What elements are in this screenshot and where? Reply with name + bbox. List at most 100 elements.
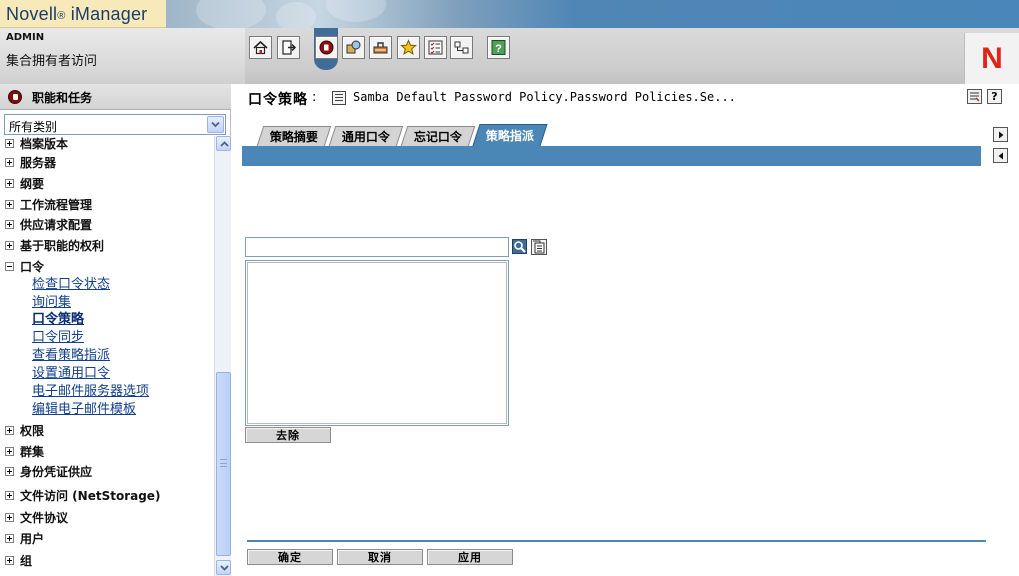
expand-icon[interactable] <box>5 555 14 565</box>
expand-icon[interactable] <box>5 178 14 188</box>
tree-category-label: 权限 <box>20 423 45 438</box>
brand-registered: ® <box>57 10 66 22</box>
task-tree: 档案版本 服务器 纲要 工作流程管理 供应请求配置 基于职能的权利 口令 检查口… <box>0 136 214 576</box>
tree-category[interactable]: 文件协议 <box>5 508 68 526</box>
expand-icon[interactable] <box>5 512 14 522</box>
tab-policy-summary[interactable]: 策略摘要 <box>256 126 332 146</box>
expand-icon[interactable] <box>5 199 14 209</box>
task-link[interactable]: 电子邮件服务器选项 <box>32 380 149 399</box>
svg-text:?: ? <box>495 43 502 55</box>
cancel-button[interactable]: 取消 <box>337 549 423 565</box>
tree-category[interactable]: 基于职能的权利 <box>5 236 104 254</box>
expand-icon[interactable] <box>5 425 14 435</box>
category-select[interactable]: 所有类别 <box>4 114 226 135</box>
tree-category[interactable]: 权限 <box>5 421 44 439</box>
favorites-button[interactable] <box>397 36 420 59</box>
task-link[interactable]: 查看策略指派 <box>32 344 110 363</box>
collapse-icon[interactable] <box>5 261 14 271</box>
task-link[interactable]: 询问集 <box>32 291 71 310</box>
tree-category[interactable]: 组 <box>5 551 32 569</box>
chevron-down-icon[interactable] <box>207 116 224 133</box>
tree-category[interactable]: 纲要 <box>5 174 44 192</box>
assigned-objects-list[interactable] <box>245 260 509 426</box>
task-link[interactable]: 编辑电子邮件模板 <box>32 398 136 417</box>
exit-button[interactable] <box>277 36 300 59</box>
task-info-button[interactable] <box>967 89 982 104</box>
tree-category-label: 群集 <box>20 444 45 459</box>
scroll-down-icon[interactable] <box>216 560 231 575</box>
tree-category[interactable]: 身份凭证供应 <box>5 462 92 480</box>
task-link[interactable]: 检查口令状态 <box>32 273 110 292</box>
tree-category[interactable]: 用户 <box>5 529 44 547</box>
history-icon <box>533 240 545 254</box>
configure-icon <box>373 42 388 54</box>
tab-policy-assignment[interactable]: 策略指派 <box>472 124 548 146</box>
policy-object-icon <box>332 91 346 105</box>
expand-icon[interactable] <box>5 466 14 476</box>
preferences-button[interactable] <box>424 36 447 59</box>
object-selector-input[interactable] <box>245 237 509 257</box>
tab-strip: 策略摘要 通用口令 忘记口令 策略指派 <box>242 124 982 146</box>
tab-universal-password[interactable]: 通用口令 <box>328 126 404 146</box>
page-title-separator: : <box>312 90 317 105</box>
help-icon: ? <box>491 40 506 55</box>
prev-tab-button[interactable] <box>993 148 1008 163</box>
tree-category[interactable]: 群集 <box>5 442 44 460</box>
help-button[interactable]: ? <box>987 89 1002 104</box>
tree-category-label: 身份凭证供应 <box>20 464 93 479</box>
tree-category-label: 用户 <box>20 531 45 546</box>
tree-category-label: 工作流程管理 <box>20 197 93 212</box>
tree-scrollbar[interactable] <box>214 136 231 576</box>
tree-category[interactable]: 供应请求配置 <box>5 215 92 233</box>
task-link[interactable]: 口令同步 <box>32 326 84 345</box>
tree-category-label: 文件访问 (NetStorage) <box>20 488 161 503</box>
object-selector-button[interactable] <box>512 239 527 254</box>
home-button[interactable] <box>249 36 272 59</box>
object-history-button[interactable] <box>531 239 547 255</box>
expand-icon[interactable] <box>5 240 14 250</box>
apply-button[interactable]: 应用 <box>427 549 513 565</box>
expand-icon[interactable] <box>5 219 14 229</box>
expand-icon[interactable] <box>5 138 14 148</box>
remove-button[interactable]: 去除 <box>245 427 331 443</box>
roles-tasks-header: 职能和任务 <box>0 84 231 110</box>
exit-icon <box>282 40 297 55</box>
brand-area: Novell® iManager <box>0 0 166 28</box>
next-tab-button[interactable] <box>993 127 1008 142</box>
view-objects-button[interactable] <box>342 36 365 59</box>
scrollbar-thumb[interactable] <box>216 372 231 556</box>
tab-forgotten-password[interactable]: 忘记口令 <box>400 126 476 146</box>
category-select-value: 所有类别 <box>9 120 58 134</box>
tree-category[interactable]: 服务器 <box>5 153 56 171</box>
favorites-icon <box>400 39 417 55</box>
app-header: Novell® iManager ADMIN 集合拥有者访问 ? N <box>0 0 1019 84</box>
ok-button[interactable]: 确定 <box>247 549 333 565</box>
arrow-left-icon <box>998 152 1003 160</box>
configure-button[interactable] <box>369 36 392 59</box>
tree-category[interactable]: 档案版本 <box>5 136 68 152</box>
user-role: 集合拥有者访问 <box>6 54 98 69</box>
expand-icon[interactable] <box>5 446 14 456</box>
tree-category[interactable]: 文件访问 (NetStorage) <box>5 486 160 504</box>
roles-tasks-panel: 职能和任务 所有类别 档案版本 服务器 纲要 工作流程管理 供应请求配置 基于职… <box>0 84 231 576</box>
scroll-up-icon[interactable] <box>216 136 231 151</box>
tree-category[interactable]: 工作流程管理 <box>5 195 92 213</box>
hierarchy-icon <box>454 41 469 54</box>
policy-object-name: Samba Default Password Policy.Password P… <box>353 90 736 104</box>
page-title: 口令策略 <box>248 92 308 108</box>
user-name: ADMIN <box>6 32 45 43</box>
info-list-icon <box>970 92 980 102</box>
help-button[interactable]: ? <box>487 36 510 59</box>
roles-tasks-icon <box>319 40 334 55</box>
roles-tasks-button[interactable] <box>315 36 338 59</box>
expand-icon[interactable] <box>5 157 14 167</box>
roles-tasks-icon <box>8 90 22 104</box>
hierarchy-button[interactable] <box>450 36 473 59</box>
expand-icon[interactable] <box>5 533 14 543</box>
arrow-right-icon <box>999 131 1004 139</box>
expand-icon[interactable] <box>5 490 14 500</box>
task-link[interactable]: 设置通用口令 <box>32 362 110 381</box>
tab-content-header <box>242 146 981 166</box>
main-content: 口令策略 : Samba Default Password Policy.Pas… <box>232 84 1019 576</box>
task-link-current[interactable]: 口令策略 <box>32 308 84 327</box>
